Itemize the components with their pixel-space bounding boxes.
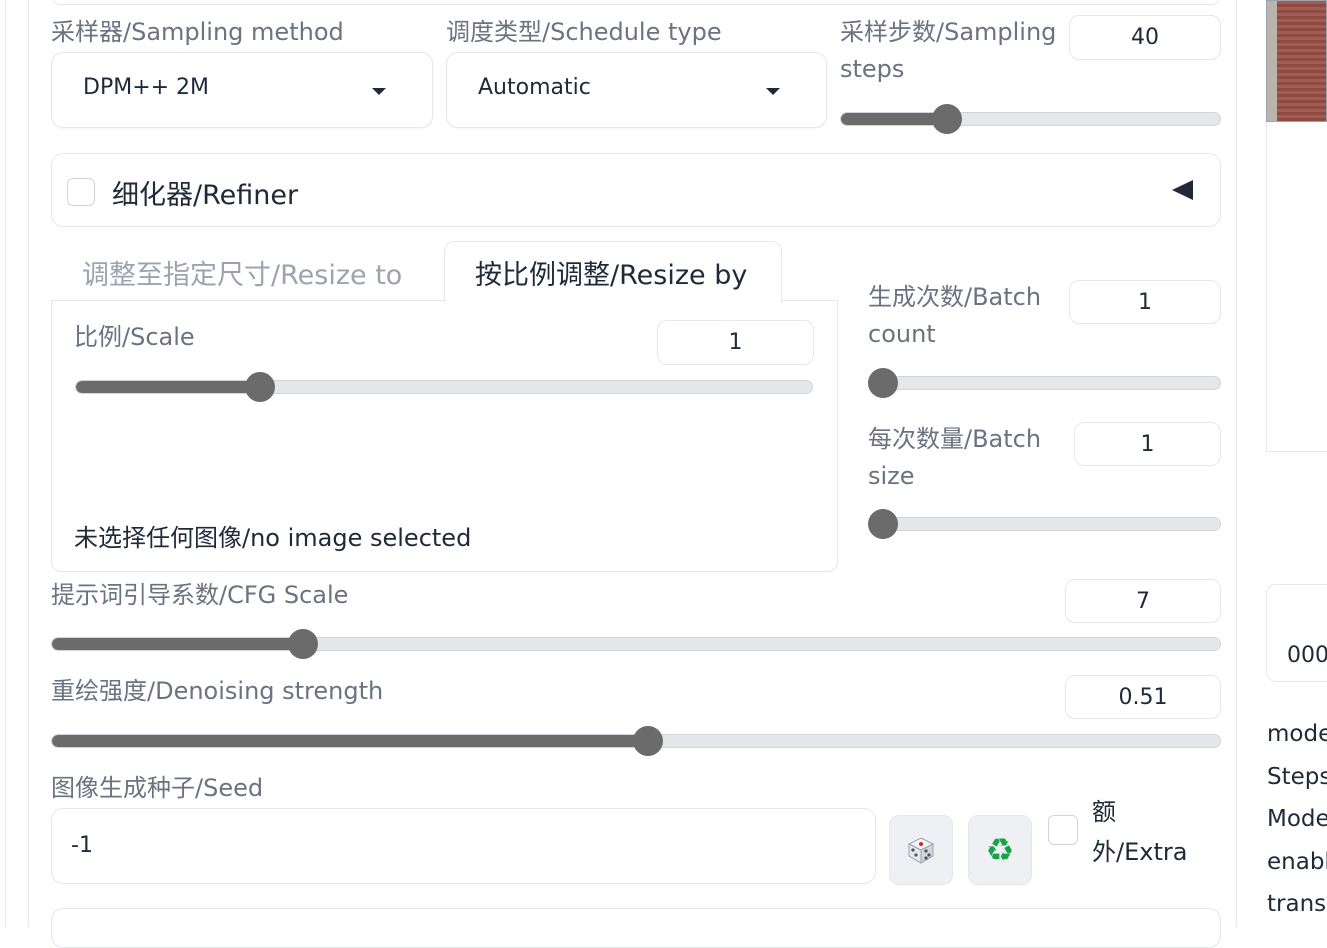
batch-size-label: 每次数量/Batch size xyxy=(868,425,1042,490)
output-info-box: 000 xyxy=(1266,584,1327,682)
random-seed-button[interactable] xyxy=(889,815,953,885)
scale-label: 比例/Scale xyxy=(74,323,195,351)
chevron-down-icon xyxy=(372,88,386,95)
seed-value: -1 xyxy=(71,833,93,858)
slider-fill xyxy=(52,735,649,747)
sampling-method-dropdown[interactable]: DPM++ 2M xyxy=(51,52,433,128)
recycle-icon: ♻ xyxy=(985,831,1015,869)
batch-size-slider[interactable] xyxy=(868,509,1221,539)
sampling-method-value: DPM++ 2M xyxy=(83,75,210,100)
slider-track[interactable] xyxy=(75,380,813,394)
refiner-checkbox[interactable] xyxy=(67,178,95,206)
chevron-down-icon xyxy=(766,88,780,95)
batch-count-label: 生成次数/Batch count xyxy=(868,283,1042,348)
slider-track[interactable] xyxy=(868,376,1221,390)
extra-label: 额外/Extra xyxy=(1092,798,1188,866)
slider-thumb[interactable] xyxy=(287,629,318,659)
output-info-number: 000 xyxy=(1287,643,1327,668)
info-line: mode xyxy=(1267,721,1327,747)
scale-input[interactable]: 1 xyxy=(657,320,814,365)
slider-thumb[interactable] xyxy=(868,509,898,539)
denoising-strength-label: 重绘强度/Denoising strength xyxy=(51,677,384,705)
output-gallery-frame xyxy=(1266,122,1327,452)
seed-label: 图像生成种子/Seed xyxy=(51,774,264,802)
schedule-type-label: 调度类型/Schedule type xyxy=(446,18,722,46)
slider-thumb[interactable] xyxy=(868,368,898,398)
slider-thumb[interactable] xyxy=(244,372,275,402)
tab-resize-by[interactable]: 按比例调整/Resize by xyxy=(475,253,747,292)
top-block-edge xyxy=(51,0,1221,5)
reuse-seed-button[interactable]: ♻ xyxy=(968,815,1032,885)
info-line: Mode xyxy=(1267,806,1327,832)
slider-track[interactable] xyxy=(840,112,1221,126)
generation-info-text: mode Steps Mode enabl transi xyxy=(1267,713,1327,926)
sampling-steps-label: 采样步数/Sampling steps xyxy=(840,18,1057,83)
slider-track[interactable] xyxy=(868,517,1221,531)
batch-count-slider[interactable] xyxy=(868,368,1221,398)
tab-resize-to[interactable]: 调整至指定尺寸/Resize to xyxy=(82,253,402,292)
slider-fill xyxy=(52,638,304,650)
refiner-label: 细化器/Refiner xyxy=(112,180,299,211)
cfg-scale-label: 提示词引导系数/CFG Scale xyxy=(51,581,349,609)
cfg-scale-input[interactable]: 7 xyxy=(1065,579,1221,623)
cfg-scale-slider[interactable] xyxy=(51,629,1221,659)
extra-checkbox[interactable] xyxy=(1048,815,1078,845)
info-line: Steps xyxy=(1267,763,1327,790)
slider-track[interactable] xyxy=(51,637,1221,651)
slider-fill xyxy=(76,381,261,393)
next-section-edge xyxy=(51,908,1221,948)
seed-input[interactable]: -1 xyxy=(51,808,876,884)
batch-size-input[interactable]: 1 xyxy=(1074,422,1221,466)
denoising-strength-slider[interactable] xyxy=(51,726,1221,756)
left-panel-border xyxy=(28,0,29,927)
collapse-triangle-icon[interactable] xyxy=(1172,180,1193,200)
sampling-steps-input[interactable]: 40 xyxy=(1069,15,1221,60)
slider-thumb[interactable] xyxy=(632,726,663,756)
slider-thumb[interactable] xyxy=(931,104,962,134)
output-image-preview[interactable] xyxy=(1266,0,1327,122)
sampling-method-label: 采样器/Sampling method xyxy=(51,18,344,46)
left-frame-border xyxy=(5,0,6,927)
info-line: transi xyxy=(1267,891,1327,917)
schedule-type-dropdown[interactable]: Automatic xyxy=(446,52,827,128)
scale-slider[interactable] xyxy=(75,372,813,402)
info-line: enabl xyxy=(1267,848,1327,875)
schedule-type-value: Automatic xyxy=(478,75,591,100)
image-light-strip xyxy=(1267,1,1277,121)
no-image-text: 未选择任何图像/no image selected xyxy=(74,524,472,552)
denoising-strength-input[interactable]: 0.51 xyxy=(1065,675,1221,719)
sampling-steps-slider[interactable] xyxy=(840,104,1221,134)
dice-icon xyxy=(907,837,935,864)
right-panel-border xyxy=(1236,0,1237,927)
batch-count-input[interactable]: 1 xyxy=(1069,280,1221,324)
